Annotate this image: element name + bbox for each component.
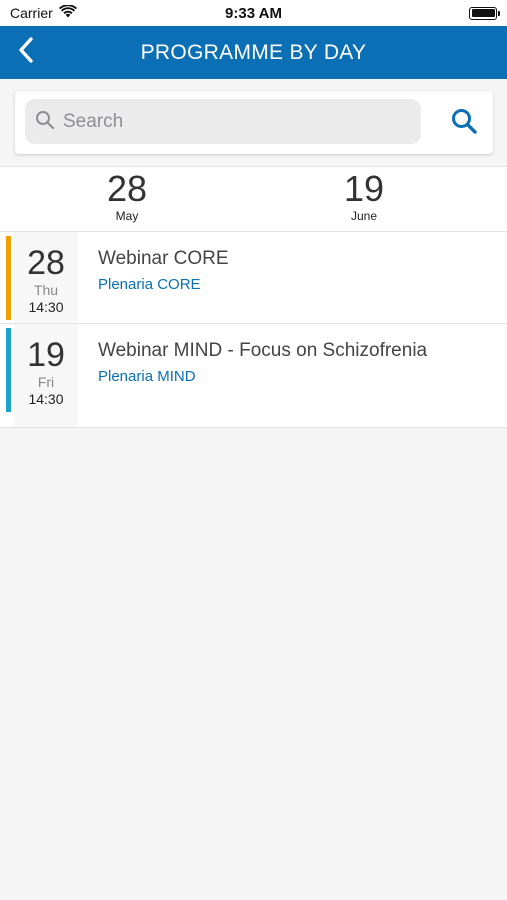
session-date: 28 Thu 14:30 — [14, 232, 78, 323]
navigation-bar: PROGRAMME BY DAY — [0, 26, 507, 79]
search-field[interactable] — [25, 99, 421, 144]
session-day: 19 — [27, 336, 65, 374]
day-month: June — [350, 209, 378, 223]
day-number: 19 — [343, 168, 385, 209]
search-icon — [35, 110, 55, 134]
session-row[interactable]: 19 Fri 14:30 Webinar MIND - Focus on Sch… — [0, 324, 507, 428]
session-weekday: Fri — [37, 374, 55, 390]
track-color-bar — [6, 328, 11, 412]
search-input[interactable] — [63, 110, 403, 133]
carrier-label: Carrier — [10, 5, 53, 21]
day-tab-may-28[interactable]: 28 May — [87, 168, 167, 224]
session-date: 19 Fri 14:30 — [14, 324, 78, 427]
day-month: May — [115, 209, 139, 223]
search-area — [0, 79, 507, 166]
session-list: 28 Thu 14:30 Webinar CORE Plenaria CORE … — [0, 232, 507, 428]
chevron-left-icon — [16, 36, 36, 68]
back-button[interactable] — [10, 36, 42, 68]
search-card — [15, 91, 493, 154]
session-track: Plenaria MIND — [98, 368, 196, 385]
session-time: 14:30 — [28, 299, 64, 315]
page-title: PROGRAMME BY DAY — [140, 40, 367, 64]
status-bar: Carrier 9:33 AM — [0, 0, 507, 26]
session-info: Webinar CORE Plenaria CORE — [98, 246, 478, 296]
session-title: Webinar CORE — [98, 248, 229, 269]
session-day: 28 — [27, 244, 65, 282]
wifi-icon — [58, 4, 77, 21]
search-button[interactable] — [449, 108, 479, 138]
session-time: 14:30 — [28, 391, 64, 407]
battery-icon — [469, 6, 500, 20]
search-icon — [450, 107, 478, 139]
session-info: Webinar MIND - Focus on Schizofrenia Ple… — [98, 338, 478, 388]
status-left: Carrier — [10, 4, 77, 21]
session-weekday: Thu — [33, 282, 59, 298]
day-number: 28 — [106, 168, 148, 209]
track-color-bar — [6, 236, 11, 320]
day-tab-june-19[interactable]: 19 June — [324, 168, 404, 224]
day-selector: 28 May 19 June — [0, 166, 507, 232]
session-row[interactable]: 28 Thu 14:30 Webinar CORE Plenaria CORE — [0, 232, 507, 324]
session-title: Webinar MIND - Focus on Schizofrenia — [98, 340, 428, 361]
session-track: Plenaria CORE — [98, 276, 201, 293]
